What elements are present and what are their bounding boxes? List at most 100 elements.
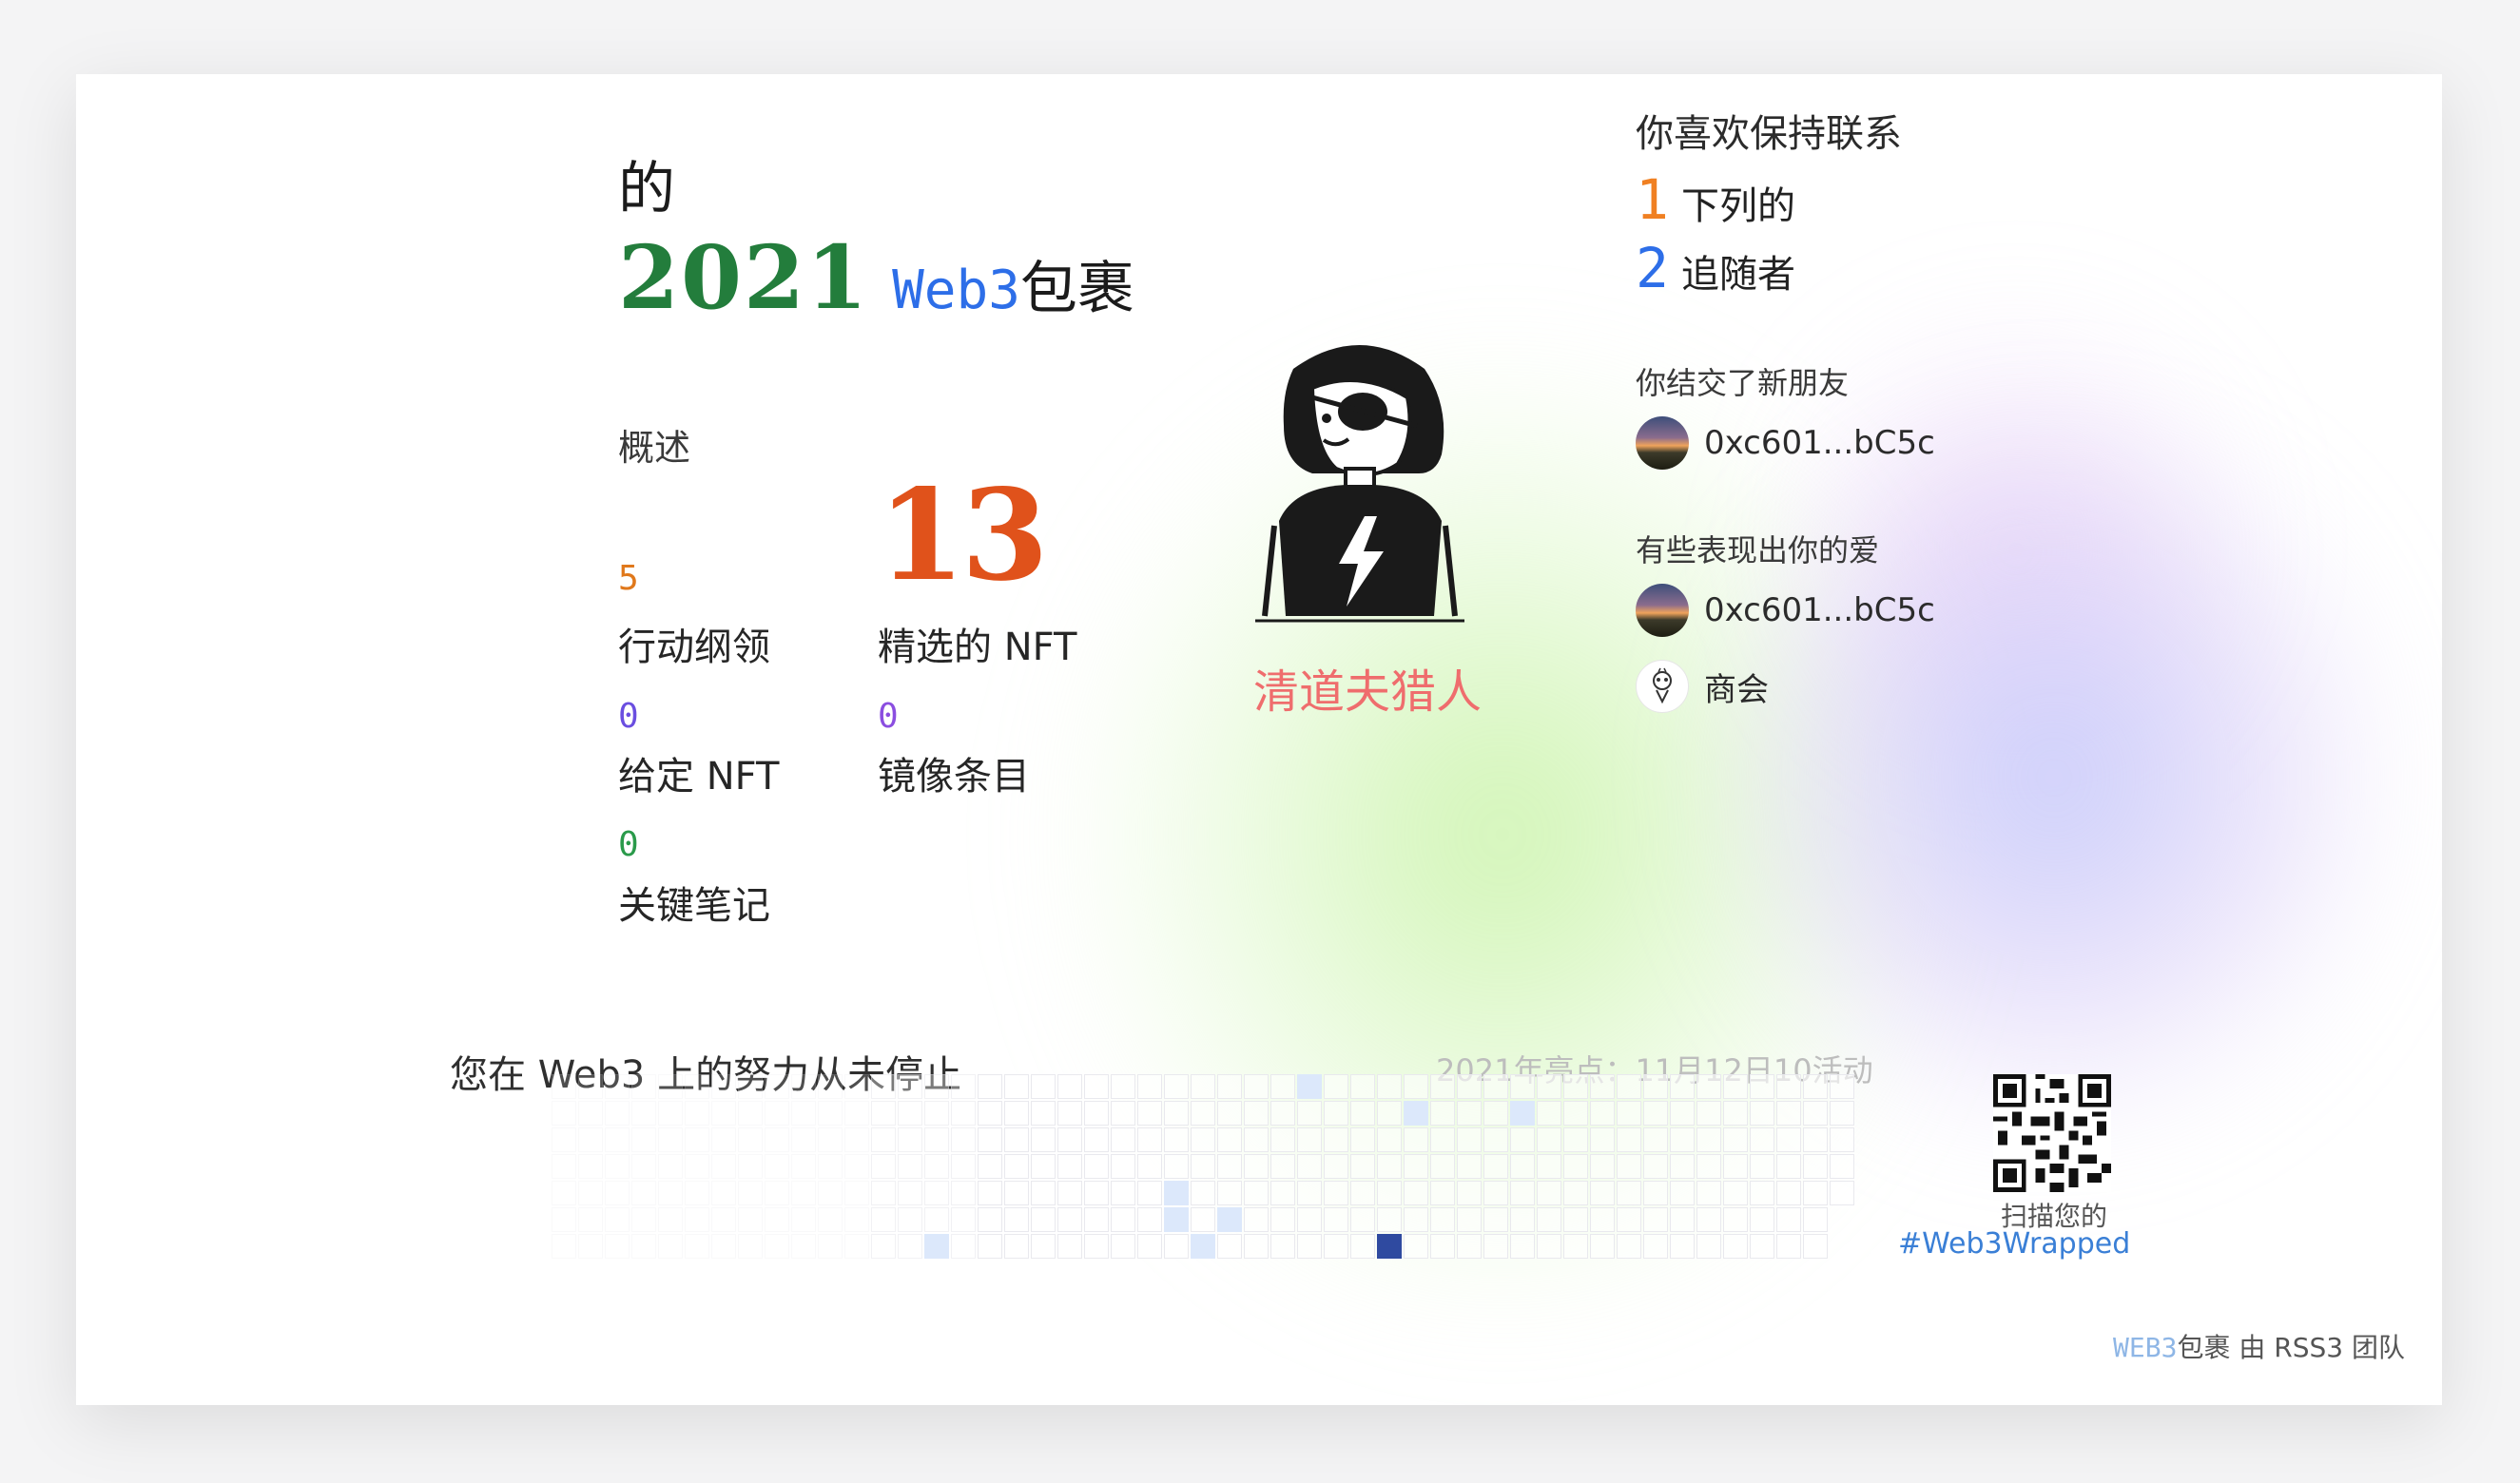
heatmap-cell (631, 1127, 656, 1152)
heatmap-cell (1217, 1234, 1242, 1259)
heatmap-cell (844, 1074, 869, 1099)
heatmap-cell (1590, 1101, 1615, 1126)
heatmap-cell (1430, 1207, 1455, 1232)
heatmap-cell (1031, 1207, 1056, 1232)
hashtag-link[interactable]: #Web3Wrapped (1898, 1227, 2130, 1261)
heatmap-cell (1723, 1234, 1748, 1259)
wrapped-card: 的 2021 Web3 包裹 概述 13 精选的 NFT 5 行动纲领 0 给定… (76, 74, 2442, 1405)
heatmap-cell (1670, 1181, 1695, 1205)
heatmap-cell (1350, 1234, 1375, 1259)
heatmap-cell (1191, 1101, 1215, 1126)
heatmap-cell (1430, 1074, 1455, 1099)
heatmap-cell (631, 1207, 656, 1232)
loved-item[interactable]: 0xc601...bC5c (1636, 584, 1935, 637)
heatmap-cell (898, 1154, 922, 1179)
heatmap-cell (818, 1101, 843, 1126)
heatmap-cell (1750, 1234, 1774, 1259)
heatmap-cell (1457, 1234, 1482, 1259)
heatmap-cell (924, 1154, 949, 1179)
loved-item[interactable]: 商会 (1636, 660, 1769, 713)
heatmap-cell (1137, 1234, 1162, 1259)
heatmap-cell (1031, 1101, 1056, 1126)
heatmap-cell (765, 1101, 789, 1126)
heatmap-cell (1164, 1181, 1189, 1205)
heatmap-cell (1430, 1181, 1455, 1205)
heatmap-cell (658, 1234, 683, 1259)
qr-code-icon[interactable] (1993, 1074, 2111, 1192)
stat-label-given-nft: 给定 NFT (618, 755, 780, 799)
heatmap-cell (765, 1154, 789, 1179)
heatmap-cell (1670, 1154, 1695, 1179)
heatmap-cell (711, 1074, 736, 1099)
heatmap-cell (1377, 1154, 1402, 1179)
heatmap-cell (1563, 1154, 1588, 1179)
heatmap-cell (1776, 1181, 1801, 1205)
heatmap-cell (552, 1101, 576, 1126)
heatmap-cell (1617, 1234, 1641, 1259)
overview-label: 概述 (618, 427, 691, 469)
following-count: 1 (1636, 167, 1669, 232)
heatmap-cell (1830, 1127, 1854, 1152)
heatmap-cell (1723, 1127, 1748, 1152)
heatmap-cell (1617, 1154, 1641, 1179)
heatmap-cell (924, 1234, 949, 1259)
heatmap-cell (1164, 1074, 1189, 1099)
heatmap-cell (951, 1207, 976, 1232)
heatmap-cell (1830, 1181, 1854, 1205)
heatmap-cell (1217, 1207, 1242, 1232)
heatmap-cell (791, 1154, 816, 1179)
heatmap-cell (1191, 1074, 1215, 1099)
heatmap-cell (605, 1234, 630, 1259)
heatmap-cell (1244, 1127, 1269, 1152)
heatmap-cell (1830, 1154, 1854, 1179)
heatmap-cell (1590, 1127, 1615, 1152)
heatmap-cell (1297, 1234, 1322, 1259)
heatmap-cell (951, 1127, 976, 1152)
profile-name: 清道夫猎人 (1253, 665, 1483, 719)
heatmap-cell (1004, 1074, 1029, 1099)
heatmap-cell (1457, 1207, 1482, 1232)
heatmap-cell (1590, 1207, 1615, 1232)
heatmap-cell (1324, 1154, 1348, 1179)
heatmap-cell (685, 1234, 709, 1259)
heatmap-cell (1803, 1127, 1828, 1152)
heatmap-cell (1350, 1207, 1375, 1232)
heatmap-cell (1750, 1127, 1774, 1152)
heatmap-cell (1617, 1127, 1641, 1152)
heatmap-cell (1244, 1154, 1269, 1179)
heatmap-cell (898, 1101, 922, 1126)
stat-value-notes: 0 (618, 825, 639, 864)
heatmap-cell (711, 1154, 736, 1179)
heatmap-cell (605, 1181, 630, 1205)
heatmap-cell (844, 1127, 869, 1152)
heatmap-cell (978, 1127, 1002, 1152)
heatmap-cell (1004, 1181, 1029, 1205)
friend-item[interactable]: 0xc601...bC5c (1636, 416, 1935, 470)
heatmap-cell (1803, 1101, 1828, 1126)
heatmap-cell (791, 1127, 816, 1152)
heatmap-cell (631, 1181, 656, 1205)
new-friends-label: 你结交了新朋友 (1636, 365, 1850, 401)
heatmap-cell (1696, 1234, 1721, 1259)
heatmap-cell (1244, 1074, 1269, 1099)
heatmap-cell (1643, 1181, 1668, 1205)
heatmap-cell (552, 1127, 576, 1152)
heatmap-cell (1084, 1154, 1109, 1179)
footer-credit: WEB3 包裹 由 RSS3 团队 (2113, 1327, 2405, 1365)
heatmap-cell (1057, 1234, 1082, 1259)
heatmap-cell (738, 1181, 763, 1205)
heatmap-cell (1057, 1127, 1082, 1152)
heatmap-cell (1404, 1074, 1428, 1099)
heatmap-cell (1510, 1234, 1535, 1259)
loved-label: 有些表现出你的爱 (1636, 532, 1880, 568)
heatmap-cell (1430, 1101, 1455, 1126)
heatmap-cell (1084, 1127, 1109, 1152)
heatmap-cell (658, 1074, 683, 1099)
heatmap-cell (1723, 1154, 1748, 1179)
heatmap-cell (1670, 1207, 1695, 1232)
heatmap-cell (1297, 1074, 1322, 1099)
activity-heatmap (552, 1074, 1854, 1259)
heatmap-cell (1004, 1154, 1029, 1179)
heatmap-cell (738, 1074, 763, 1099)
heatmap-cell (1404, 1154, 1428, 1179)
